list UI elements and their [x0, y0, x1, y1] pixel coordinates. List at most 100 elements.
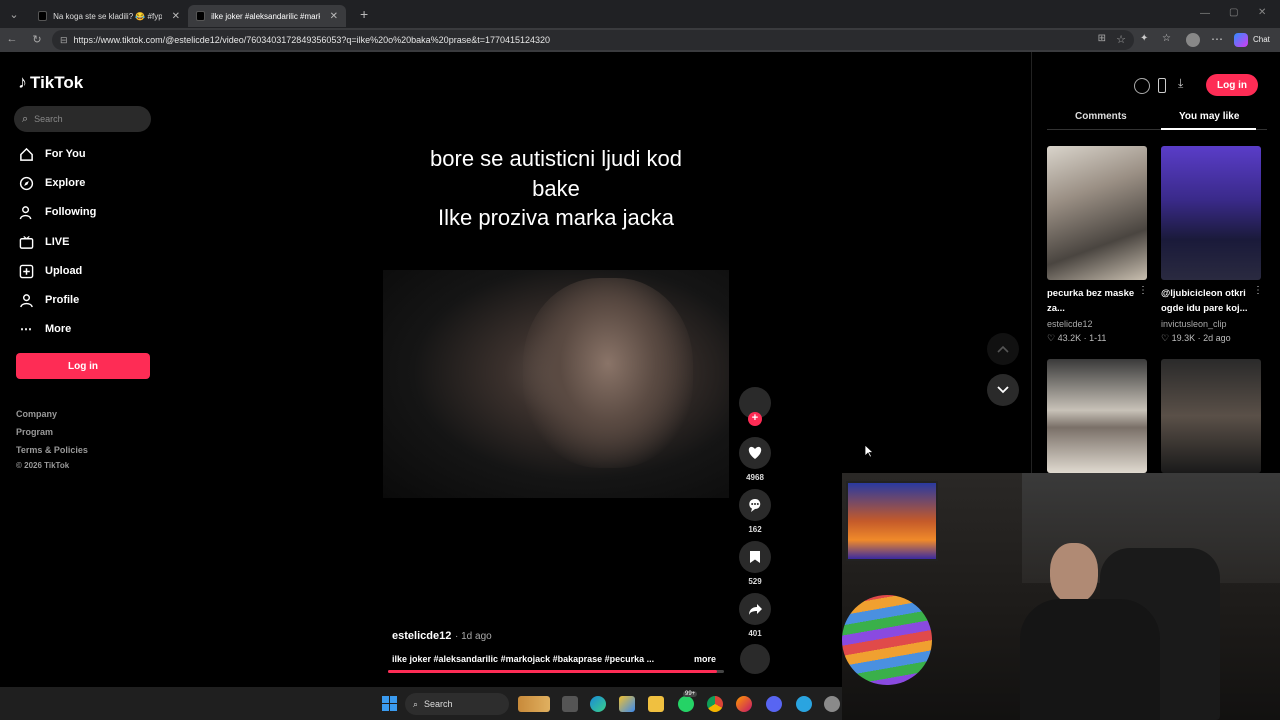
recommendation-thumbnail[interactable] — [1047, 359, 1147, 473]
refresh-icon[interactable]: ↻ — [27, 33, 47, 46]
video-progress-fill — [388, 670, 718, 673]
taskbar-search[interactable]: ⌕ Search — [405, 693, 509, 715]
tiktok-logo[interactable]: ♪ TikTok — [18, 72, 83, 93]
compass-icon — [18, 175, 34, 191]
sidebar-item-upload[interactable]: Upload — [18, 262, 82, 280]
live-tv-icon — [18, 234, 34, 250]
sidebar-login-button[interactable]: Log in — [16, 353, 150, 379]
recommendation-user[interactable]: invictusleon_clip — [1161, 319, 1227, 329]
back-icon[interactable]: ← — [2, 33, 22, 45]
edge-icon[interactable] — [590, 696, 606, 712]
recommendation-title[interactable]: pecurka bez maske za... — [1047, 286, 1137, 316]
share-arrow-icon[interactable] — [739, 593, 771, 625]
sidebar-item-live[interactable]: LIVE — [18, 233, 69, 251]
close-window-icon[interactable]: ✕ — [1258, 7, 1266, 18]
recommendation-thumbnail[interactable] — [1047, 146, 1147, 280]
sidebar-item-more[interactable]: ⋯ More — [18, 320, 71, 338]
chat-button[interactable]: Chat — [1253, 35, 1270, 44]
taskbar-weather-icon[interactable] — [518, 696, 550, 712]
heart-icon[interactable] — [739, 437, 771, 469]
next-video-button[interactable] — [987, 374, 1019, 406]
file-explorer-icon[interactable] — [648, 696, 664, 712]
tv-screen-image — [846, 481, 938, 561]
recommendation-thumbnail[interactable] — [1161, 359, 1261, 473]
download-icon[interactable]: ⤓ — [1178, 76, 1183, 91]
rainbow-ball-image — [842, 595, 932, 685]
minimize-icon[interactable]: — — [1200, 8, 1210, 19]
sidebar-item-label: More — [45, 323, 72, 335]
close-tab-icon[interactable]: ✕ — [330, 11, 338, 22]
like-button[interactable]: 4968 — [739, 437, 771, 482]
browser-tab-2[interactable]: ilke joker #aleksandarilic #markoj ✕ — [188, 5, 346, 27]
profile-icon — [18, 292, 34, 308]
task-view-icon[interactable] — [562, 696, 578, 712]
copilot-icon[interactable] — [1234, 33, 1248, 47]
recommendation-title[interactable]: @ljubicicleon otkri ogde idu pare koj... — [1161, 286, 1251, 316]
follow-plus-icon[interactable]: + — [748, 412, 762, 426]
extensions-icon[interactable]: ✦ — [1140, 33, 1148, 44]
get-app-icon[interactable] — [1134, 78, 1150, 94]
tab-list-icon[interactable]: ⌄ — [4, 8, 24, 21]
phone-icon[interactable] — [1158, 78, 1166, 93]
footer-terms-link[interactable]: Terms & Policies — [16, 445, 88, 455]
recommendation-thumbnail[interactable] — [1161, 146, 1261, 280]
browser-tab-2-title: ilke joker #aleksandarilic #markoj — [211, 11, 320, 21]
discord-icon[interactable] — [766, 696, 782, 712]
creator-avatar[interactable]: + — [739, 387, 771, 426]
browser-tab-1[interactable]: Na koga ste se kladili? 😂 #fyp #g ✕ — [30, 5, 188, 27]
notification-badge: 99+ — [683, 691, 698, 697]
sidebar-item-profile[interactable]: Profile — [18, 291, 79, 309]
site-info-icon[interactable]: ⊟ — [60, 35, 68, 46]
favorites-icon[interactable]: ☆ — [1162, 33, 1171, 44]
more-link[interactable]: more — [694, 654, 716, 664]
bookmark-star-icon[interactable]: ☆ — [1116, 33, 1126, 46]
tiktok-favicon-icon — [196, 11, 206, 21]
save-button[interactable]: 529 — [739, 541, 771, 586]
sidebar-item-label: For You — [45, 148, 86, 160]
video-player[interactable] — [383, 270, 729, 498]
copilot-taskbar-icon[interactable] — [619, 696, 635, 712]
chrome-icon[interactable] — [707, 696, 723, 712]
logo-text: TikTok — [30, 72, 84, 92]
more-options-icon[interactable]: ⋮ — [1138, 285, 1148, 296]
tab-you-may-like[interactable]: You may like — [1179, 111, 1239, 122]
more-options-icon[interactable]: ⋮ — [1253, 285, 1263, 296]
share-button[interactable]: 401 — [739, 593, 771, 638]
browser-tab-bar: ⌄ Na koga ste se kladili? 😂 #fyp #g ✕ il… — [0, 0, 1280, 28]
header-login-button[interactable]: Log in — [1206, 74, 1258, 96]
footer-company-link[interactable]: Company — [16, 409, 57, 419]
windows-start-icon[interactable] — [382, 696, 397, 711]
new-tab-button[interactable]: + — [360, 6, 368, 22]
bookmark-icon[interactable] — [739, 541, 771, 573]
comment-bubble-icon[interactable] — [739, 489, 771, 521]
telegram-icon[interactable] — [796, 696, 812, 712]
like-count: 4968 — [746, 473, 764, 482]
sidebar: ♪ TikTok ⌕ Search For You Explore Follow… — [0, 52, 165, 687]
search-input[interactable]: ⌕ Search — [14, 106, 151, 132]
url-field[interactable]: ⊟ https://www.tiktok.com/@estelicde12/vi… — [52, 30, 1134, 50]
profile-avatar-icon[interactable] — [1186, 33, 1200, 47]
music-disc[interactable] — [739, 644, 771, 674]
tab-comments[interactable]: Comments — [1075, 111, 1127, 122]
whatsapp-icon[interactable] — [678, 696, 694, 712]
address-bar: ← ↻ ⊟ https://www.tiktok.com/@estelicde1… — [0, 28, 1280, 52]
reader-mode-icon[interactable]: ⊞ — [1098, 33, 1106, 44]
sidebar-item-for-you[interactable]: For You — [18, 145, 86, 163]
close-tab-icon[interactable]: ✕ — [172, 11, 180, 22]
comment-button[interactable]: 162 — [739, 489, 771, 534]
sidebar-item-following[interactable]: Following — [18, 203, 96, 221]
recommendation-user[interactable]: estelicde12 — [1047, 319, 1093, 329]
sound-avatar[interactable] — [740, 644, 770, 674]
video-progress-track[interactable] — [388, 670, 724, 673]
footer-program-link[interactable]: Program — [16, 427, 53, 437]
settings-gear-icon[interactable] — [824, 696, 840, 712]
previous-video-button[interactable] — [987, 333, 1019, 365]
person-icon — [18, 204, 34, 220]
menu-dots-icon[interactable]: ⋯ — [1211, 32, 1223, 46]
maximize-icon[interactable]: ▢ — [1229, 7, 1238, 18]
taskbar: ⌕ Search 99+ — [0, 687, 842, 720]
firefox-icon[interactable] — [736, 696, 752, 712]
video-author[interactable]: estelicde12 — [392, 630, 451, 642]
webcam-overlay — [842, 473, 1280, 720]
sidebar-item-explore[interactable]: Explore — [18, 174, 85, 192]
